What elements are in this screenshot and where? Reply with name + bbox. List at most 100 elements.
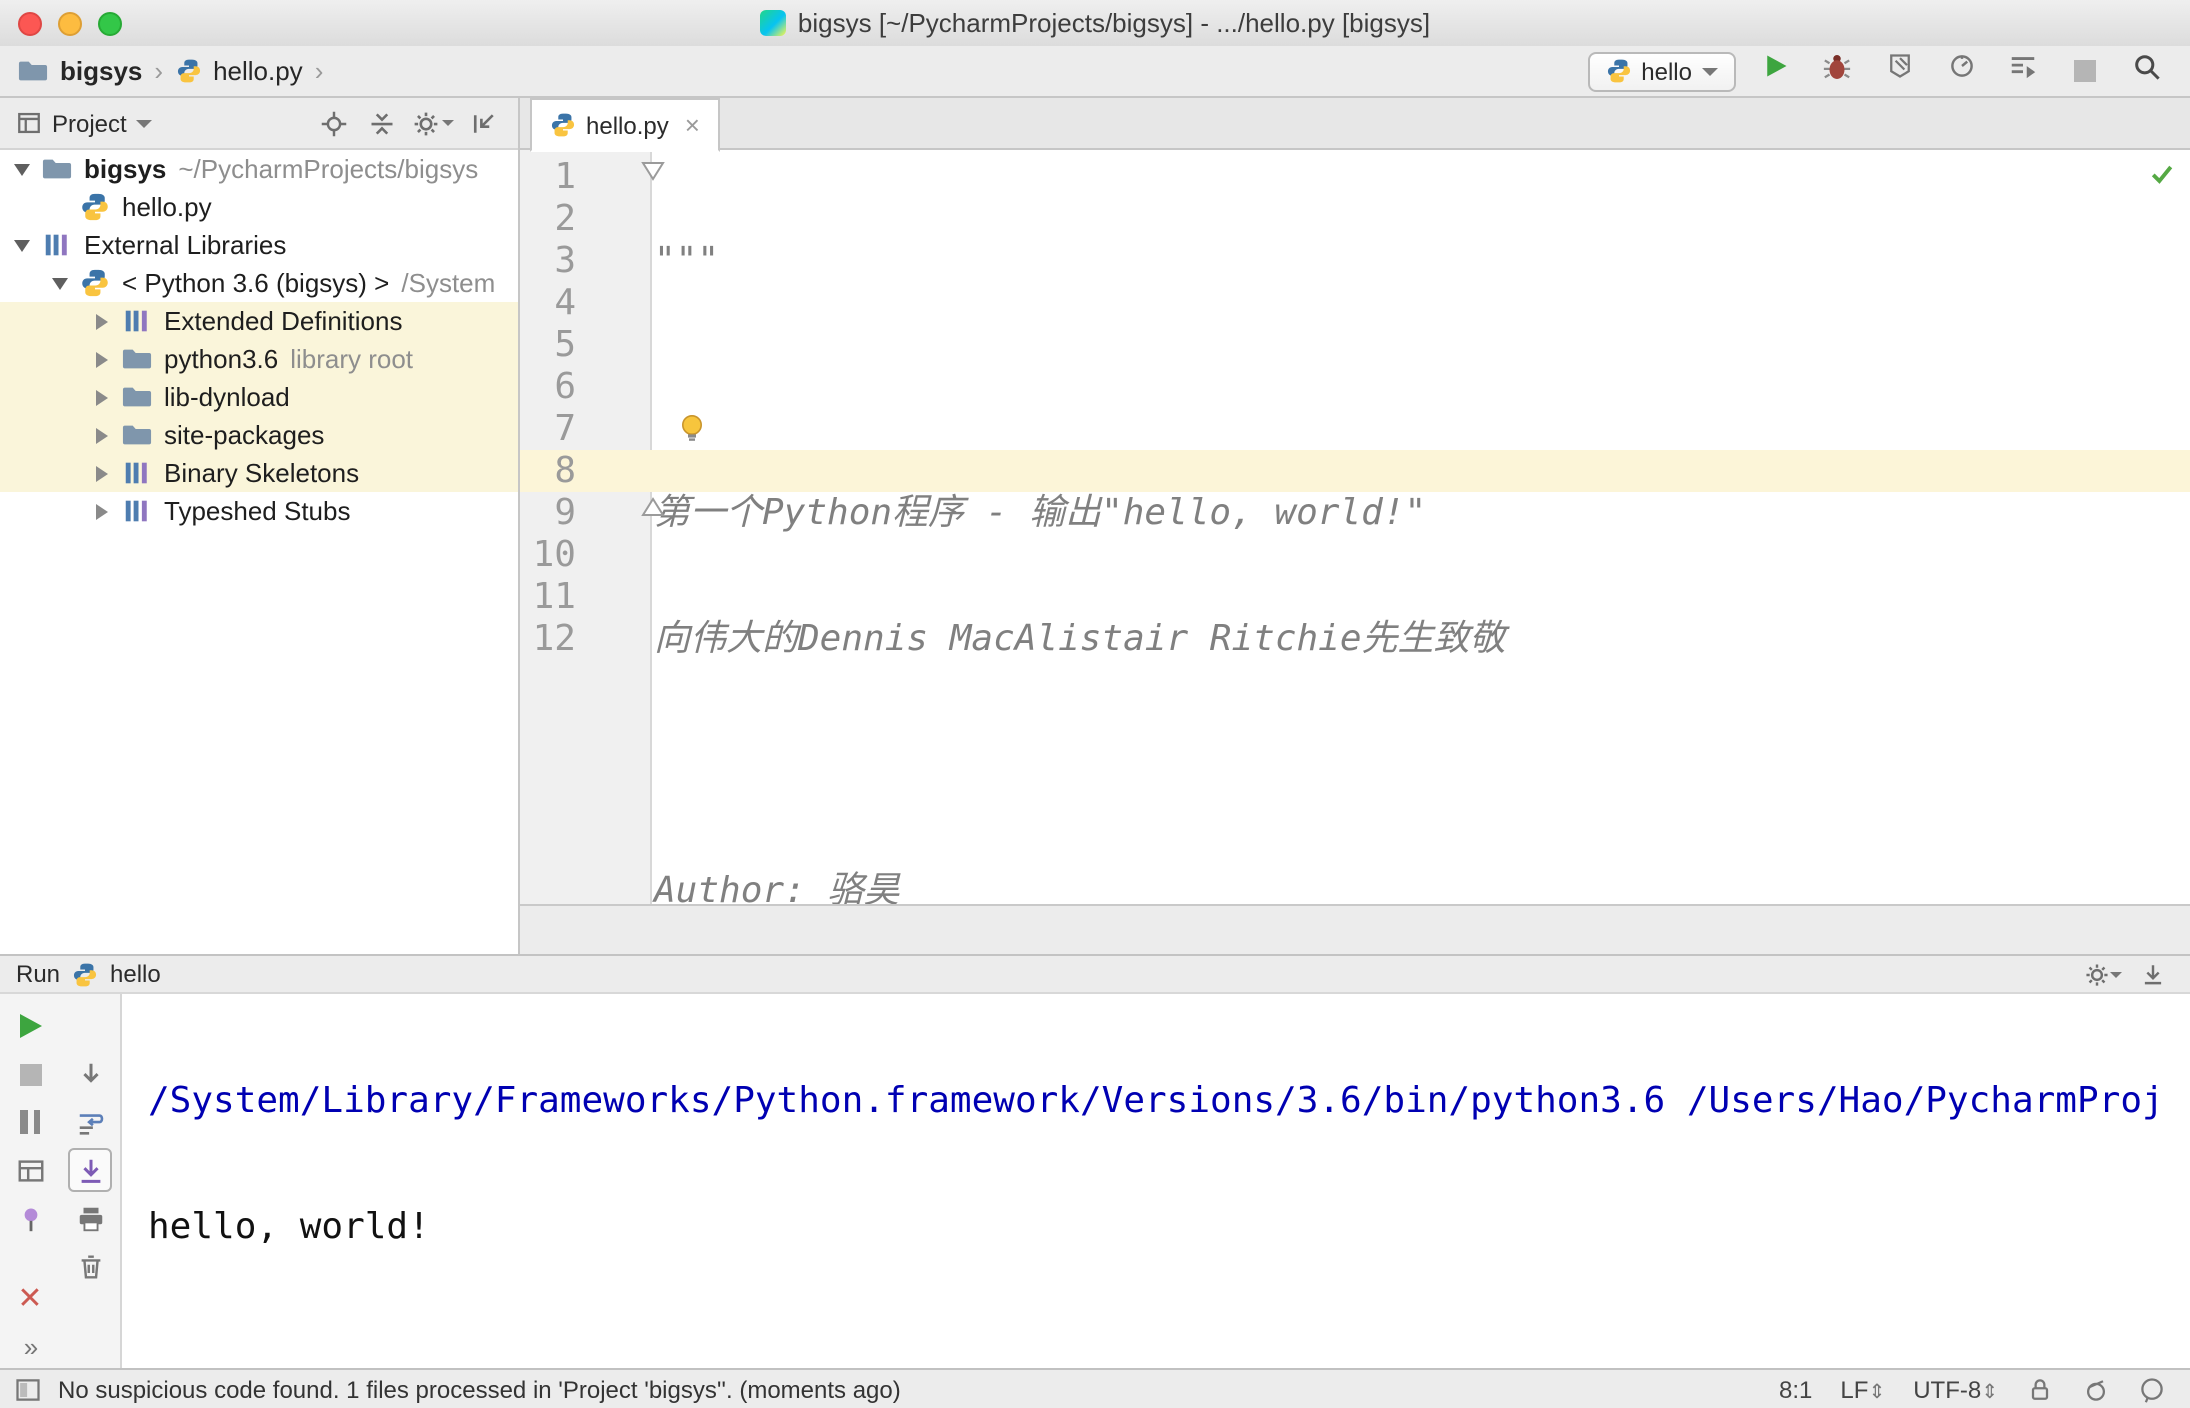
run-panel-settings-button[interactable] (2082, 956, 2122, 992)
pin-icon (15, 1203, 45, 1233)
stop-button[interactable] (0, 1050, 60, 1098)
library-icon (122, 496, 152, 526)
traffic-lights (18, 12, 122, 36)
soft-wrap-button[interactable] (60, 1098, 120, 1146)
intention-bulb-icon[interactable] (676, 412, 708, 444)
highlighting-level-icon[interactable] (2082, 1375, 2110, 1403)
rerun-button[interactable] (0, 1002, 60, 1050)
title-bar: bigsys [~/PycharmProjects/bigsys] - .../… (0, 0, 2190, 46)
locate-file-button[interactable] (314, 104, 352, 142)
toolwindow-switcher-icon[interactable] (14, 1375, 42, 1403)
encoding-selector[interactable]: UTF-8⇕ (1913, 1375, 1998, 1403)
profiler-button[interactable] (1938, 48, 1984, 94)
code-line: 第一个Python程序 - 输出"hello, world!" (654, 492, 1427, 534)
stop-icon (2074, 60, 2096, 82)
pause-output-button[interactable] (0, 1098, 60, 1146)
fold-region-start-icon[interactable] (640, 160, 666, 182)
breadcrumb-project[interactable]: bigsys (60, 56, 142, 86)
tree-item-bigsys[interactable]: bigsys ~/PycharmProjects/bigsys (0, 150, 518, 188)
run-tab-label[interactable]: hello (110, 960, 161, 988)
code-editor[interactable]: 1 2 3 4 5 6 7 8 9 10 11 12 """ 第一个Python… (520, 150, 2190, 904)
play-icon (19, 1014, 41, 1038)
breadcrumb: bigsys › hello.py › (0, 56, 323, 86)
zoom-window-button[interactable] (98, 12, 122, 36)
minimize-window-button[interactable] (58, 12, 82, 36)
collapse-all-button[interactable] (362, 104, 400, 142)
breadcrumb-file[interactable]: hello.py (213, 56, 303, 86)
caret-position[interactable]: 8:1 (1779, 1375, 1812, 1403)
hide-run-panel-button[interactable] (2134, 956, 2170, 992)
stop-icon (19, 1063, 41, 1085)
tab-label: hello.py (586, 111, 669, 139)
folder-icon (42, 154, 72, 184)
code-line: Author: 骆昊 (654, 870, 900, 904)
chevron-down-icon (12, 163, 32, 175)
tab-hello-py[interactable]: hello.py × (530, 98, 720, 152)
chevron-right-icon (92, 465, 112, 481)
chevron-right-icon (92, 503, 112, 519)
status-message[interactable]: No suspicious code found. 1 files proces… (58, 1375, 901, 1403)
tree-item-hello-py[interactable]: hello.py (0, 188, 518, 226)
run-console[interactable]: /System/Library/Frameworks/Python.framew… (124, 994, 2190, 1368)
coverage-button[interactable] (1876, 48, 1922, 94)
search-icon (2132, 51, 2162, 91)
run-button[interactable] (1752, 48, 1798, 94)
python-logo-icon (1605, 58, 1631, 84)
run-with-console-button[interactable] (2000, 48, 2046, 94)
code-line: """ (654, 240, 720, 282)
pycharm-icon (759, 10, 786, 36)
run-panel-header: Run hello (0, 954, 2190, 994)
hide-panel-button[interactable] (464, 104, 502, 142)
updown-arrows-icon: ⇕ (1981, 1381, 1998, 1403)
tree-item-site-packages[interactable]: site-packages (0, 416, 518, 454)
fold-region-end-icon[interactable] (640, 496, 666, 518)
run-panel-title[interactable]: Run (16, 960, 60, 988)
restore-layout-button[interactable] (0, 1146, 60, 1194)
more-actions-button[interactable]: » (0, 1322, 60, 1370)
tree-item-label: < Python 3.6 (bigsys) > (122, 268, 390, 298)
clear-all-button[interactable] (60, 1242, 120, 1290)
trash-icon (75, 1251, 105, 1281)
line-number-gutter[interactable]: 1 2 3 4 5 6 7 8 9 10 11 12 (520, 156, 652, 660)
print-button[interactable] (60, 1194, 120, 1242)
tree-item-typeshed-stubs[interactable]: Typeshed Stubs (0, 492, 518, 530)
tree-item-lib-dynload[interactable]: lib-dynload (0, 378, 518, 416)
line-separator-selector[interactable]: LF⇕ (1840, 1375, 1885, 1403)
tree-item-python36-root[interactable]: python3.6 library root (0, 340, 518, 378)
event-log-icon[interactable] (2138, 1375, 2166, 1403)
tree-item-python-sdk[interactable]: < Python 3.6 (bigsys) > /System (0, 264, 518, 302)
run-config-selector[interactable]: hello (1587, 51, 1736, 91)
scroll-to-end-icon (68, 1148, 112, 1192)
chevron-down-icon (136, 119, 153, 127)
close-tab-icon[interactable]: × (685, 110, 700, 140)
search-everywhere-button[interactable] (2124, 48, 2170, 94)
python-file-icon (175, 58, 201, 84)
library-icon (122, 306, 152, 336)
tree-item-label: site-packages (164, 420, 325, 450)
panel-settings-button[interactable] (410, 104, 454, 142)
close-run-panel-button[interactable]: ✕ (0, 1274, 60, 1322)
pin-tab-button[interactable] (0, 1194, 60, 1242)
tree-item-extended-definitions[interactable]: Extended Definitions (0, 302, 518, 340)
stop-button[interactable] (2062, 48, 2108, 94)
lock-icon[interactable] (2026, 1375, 2054, 1403)
close-window-button[interactable] (18, 12, 42, 36)
line-number: 12 (532, 618, 576, 660)
close-icon: ✕ (17, 1281, 43, 1315)
folder-icon (18, 56, 48, 86)
editor-tab-bar: hello.py × (520, 98, 2190, 152)
tree-item-label: hello.py (122, 192, 212, 222)
inspections-ok-icon[interactable] (2148, 160, 2176, 188)
code-area[interactable]: """ 第一个Python程序 - 输出"hello, world!" 向伟大的… (654, 156, 2190, 904)
tree-item-external-libraries[interactable]: External Libraries (0, 226, 518, 264)
tree-item-label: Extended Definitions (164, 306, 403, 336)
debug-button[interactable] (1814, 48, 1860, 94)
library-icon (122, 458, 152, 488)
project-panel-title[interactable]: Project (52, 109, 127, 137)
pause-icon (20, 1110, 40, 1134)
down-the-stack-trace-button[interactable] (60, 1050, 120, 1098)
printer-icon (75, 1203, 105, 1233)
chevron-down-icon (441, 120, 453, 126)
tree-item-binary-skeletons[interactable]: Binary Skeletons (0, 454, 518, 492)
scroll-to-end-button[interactable] (60, 1146, 120, 1194)
